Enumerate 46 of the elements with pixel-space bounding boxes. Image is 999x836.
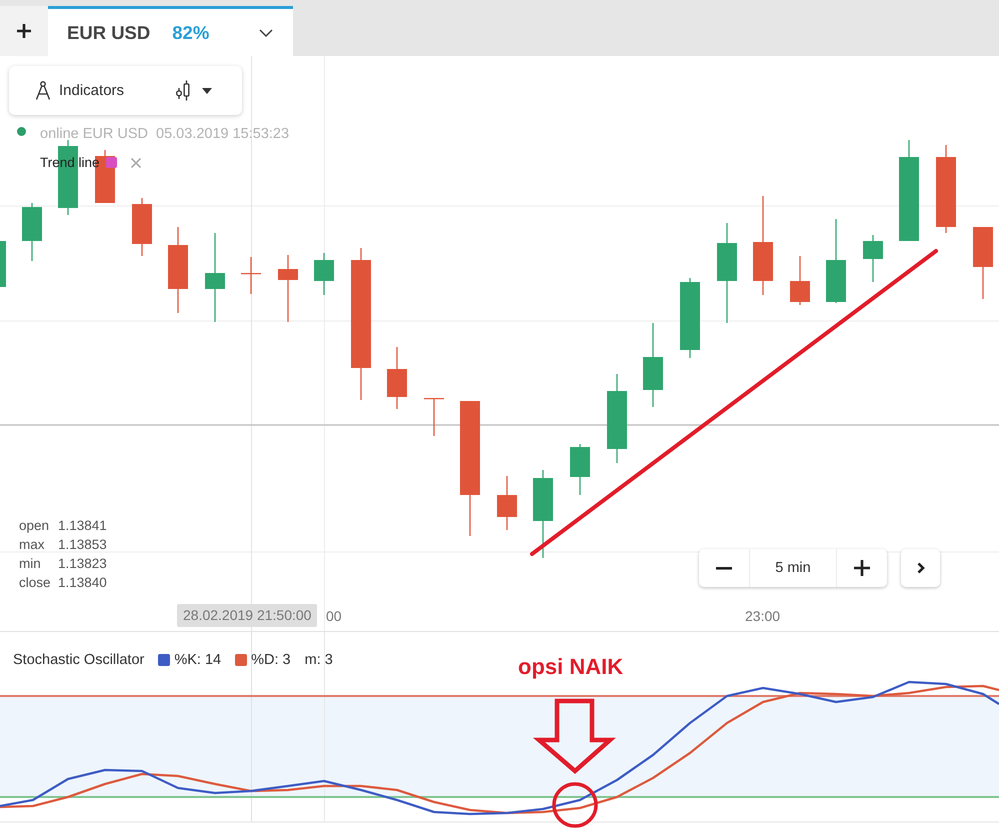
time-tick-label: 23:00 bbox=[745, 608, 780, 624]
symbol-status: online EUR USD bbox=[40, 125, 148, 143]
minus-icon bbox=[716, 566, 732, 570]
ohlc-value: 1.13840 bbox=[58, 574, 107, 592]
add-tab-button[interactable] bbox=[0, 6, 48, 56]
param-label: %K: 14 bbox=[174, 651, 222, 669]
falling-candle bbox=[278, 255, 298, 322]
indicator-title: Stochastic Oscillator bbox=[13, 651, 144, 669]
symbol-tab[interactable]: EUR USD 82% bbox=[48, 6, 293, 56]
plus-icon bbox=[17, 24, 31, 38]
param-label: m: 3 bbox=[304, 651, 333, 669]
ohlc-value: 1.13853 bbox=[58, 536, 107, 554]
next-button[interactable] bbox=[901, 549, 940, 587]
time-tick-label: 00 bbox=[326, 608, 342, 624]
ohlc-label: min bbox=[19, 555, 42, 573]
timestamp: 05.03.2019 15:53:23 bbox=[156, 125, 290, 143]
falling-candle bbox=[973, 227, 993, 299]
indicators-button[interactable]: Indicators bbox=[29, 77, 130, 104]
ohlc-label: open bbox=[19, 517, 50, 535]
plus-icon bbox=[854, 560, 870, 576]
rising-candle bbox=[863, 235, 883, 282]
doji-candle bbox=[241, 257, 261, 294]
ohlc-value: 1.13823 bbox=[58, 555, 107, 573]
annotation-text: opsi NAIK bbox=[518, 654, 624, 680]
rising-candle bbox=[570, 444, 590, 495]
compass-icon bbox=[35, 81, 51, 100]
candlestick-icon bbox=[175, 80, 191, 101]
falling-candle bbox=[132, 198, 152, 256]
ohlc-label: max bbox=[19, 536, 46, 554]
chevron-right-icon bbox=[916, 562, 924, 574]
rising-candle bbox=[22, 203, 42, 261]
highlight-circle bbox=[552, 782, 598, 828]
chevron-down-icon[interactable] bbox=[259, 28, 273, 36]
interval-label: 5 min bbox=[749, 549, 837, 587]
param-label: %D: 3 bbox=[251, 651, 291, 669]
falling-candle bbox=[387, 347, 407, 409]
rising-candle bbox=[0, 241, 6, 287]
doji-candle bbox=[424, 398, 444, 436]
crosshair-time-label: 28.02.2019 21:50:00 bbox=[177, 604, 318, 627]
ohlc-label: close bbox=[19, 574, 52, 592]
rising-candle bbox=[314, 253, 334, 295]
caret-icon bbox=[202, 88, 212, 94]
ohlc-value: 1.13841 bbox=[58, 517, 107, 535]
falling-candle bbox=[497, 476, 517, 530]
status-dot-icon bbox=[17, 126, 26, 136]
falling-candle bbox=[790, 256, 810, 305]
